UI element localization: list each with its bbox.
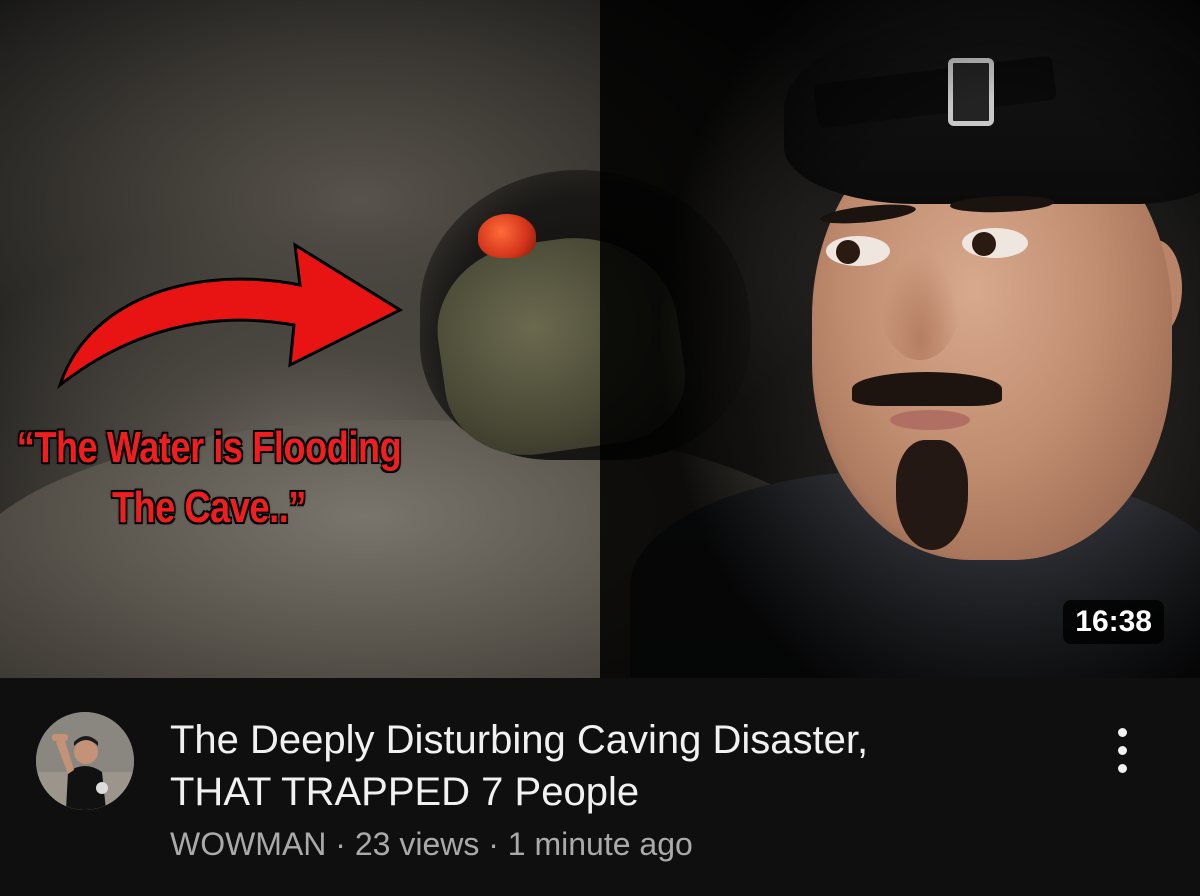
channel-avatar[interactable] — [36, 712, 134, 810]
thumbnail-caption-line1: “The Water is Flooding — [16, 423, 402, 472]
avatar-person-icon — [36, 712, 134, 810]
view-count: 23 views — [354, 826, 480, 862]
menu-dot — [1117, 745, 1127, 755]
video-title-line1: The Deeply Disturbing Caving Disaster, — [170, 718, 869, 762]
meta-separator: · — [335, 826, 346, 862]
more-vert-icon[interactable] — [1096, 718, 1148, 782]
menu-dot — [1117, 727, 1127, 737]
thumbnail-caption-line2: The Cave..” — [111, 483, 307, 532]
video-title-line2: THAT TRAPPED 7 People — [170, 770, 640, 814]
video-card[interactable]: “The Water is Flooding The Cave..” 16:38 — [0, 0, 1200, 896]
video-title[interactable]: The Deeply Disturbing Caving Disaster, T… — [170, 714, 1070, 818]
video-metadata: WOWMAN · 23 views · 1 minute ago — [170, 824, 693, 864]
caver-helmet — [478, 214, 536, 258]
meta-separator: · — [488, 826, 499, 862]
video-info: The Deeply Disturbing Caving Disaster, T… — [0, 678, 1200, 896]
channel-name[interactable]: WOWMAN — [170, 826, 326, 862]
red-arrow-icon — [56, 242, 404, 390]
menu-dot — [1117, 763, 1127, 773]
video-duration-badge: 16:38 — [1063, 600, 1164, 644]
vignette-overlay — [600, 0, 1200, 678]
video-thumbnail[interactable]: “The Water is Flooding The Cave..” 16:38 — [0, 0, 1200, 678]
thumbnail-caption: “The Water is Flooding The Cave..” — [4, 418, 414, 538]
upload-time: 1 minute ago — [507, 826, 693, 862]
